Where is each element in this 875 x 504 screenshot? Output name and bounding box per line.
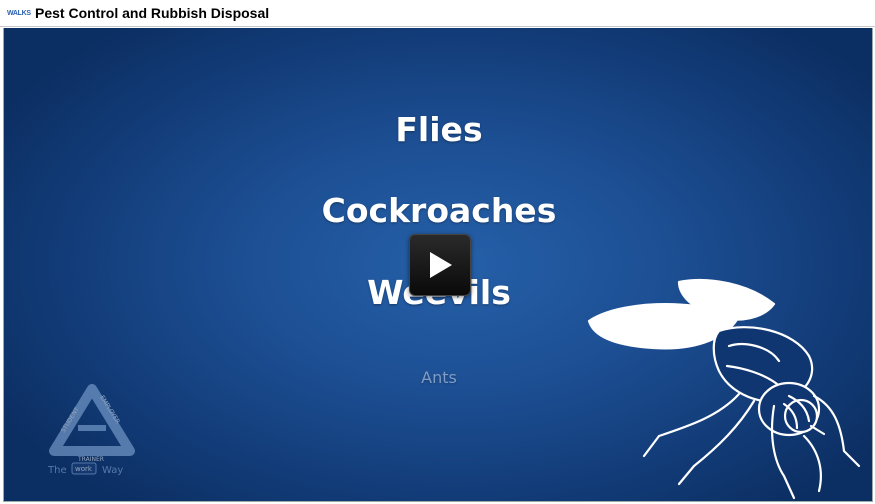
logo-trainer-text: TRAINER: [77, 456, 104, 463]
play-button[interactable]: [409, 234, 471, 296]
student-employer-trainer-logo: STUDENT EMPLOYER TRAINER The work Way: [47, 384, 135, 476]
video-stage[interactable]: Flies Cockroaches Weevils Ants: [3, 28, 873, 502]
app-logo: WALKS: [7, 10, 31, 17]
window-title: Pest Control and Rubbish Disposal: [35, 5, 270, 21]
logo-the-text: The: [47, 465, 67, 476]
slide-word-cockroaches: Cockroaches: [321, 191, 557, 230]
fly-icon: [587, 279, 861, 500]
slide-word-flies: Flies: [395, 110, 483, 149]
logo-way-text: Way: [102, 465, 123, 476]
play-icon: [430, 252, 452, 278]
logo-work-text: work: [75, 465, 93, 473]
title-bar: WALKS Pest Control and Rubbish Disposal: [0, 0, 875, 27]
